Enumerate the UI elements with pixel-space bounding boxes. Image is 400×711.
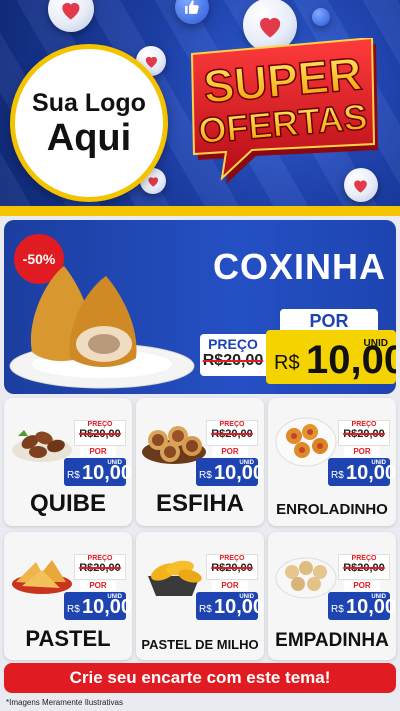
featured-currency: R$	[274, 352, 300, 374]
new-price: 10,00	[346, 462, 396, 484]
product-card-pastel[interactable]: PREÇO R$20,00 POR UNID R$ 10,00 PASTEL	[4, 532, 132, 660]
product-name: QUIBE	[29, 490, 106, 517]
new-price: 10,00	[346, 596, 396, 618]
por-label: POR	[344, 447, 380, 457]
product-name: ESFIHA	[155, 490, 244, 517]
new-price-box: UNID R$ 10,00	[64, 592, 132, 620]
heart-bubble-icon	[48, 0, 94, 32]
product-card-esfiha[interactable]: PREÇO R$20,00 POR UNID R$ 10,00 ESFIHA	[136, 398, 264, 526]
logo-line2: Aqui	[46, 116, 132, 159]
divider-bar	[0, 206, 400, 216]
old-price-box: PREÇO R$20,00	[206, 420, 258, 446]
featured-product-name: COXINHA	[212, 246, 386, 287]
old-price-box: PREÇO R$20,00	[74, 420, 126, 446]
featured-preco-label: PREÇO	[208, 336, 258, 352]
old-price: R$20,00	[343, 562, 385, 574]
new-price: 10,00	[214, 596, 264, 618]
currency: R$	[67, 470, 80, 481]
old-price: R$20,00	[79, 562, 121, 574]
product-card-pastel-de-milho[interactable]: PREÇO R$20,00 POR UNID R$ 10,00 PASTEL D…	[136, 532, 264, 660]
por-label: POR	[212, 447, 248, 457]
preco-label: PREÇO	[219, 421, 245, 428]
old-price-box: PREÇO R$20,00	[338, 554, 390, 580]
old-price-box: PREÇO R$20,00	[206, 554, 258, 580]
old-price: R$20,00	[79, 428, 121, 440]
product-name: PASTEL	[25, 626, 111, 651]
product-card-empadinha[interactable]: PREÇO R$20,00 POR UNID R$ 10,00 EMPADINH…	[268, 532, 396, 660]
featured-new-price-box: UNID R$ 10,00	[266, 330, 396, 384]
product-card-enroladinho[interactable]: PREÇO R$20,00 POR UNID R$ 10,00 ENROLADI…	[268, 398, 396, 526]
hero-banner: Sua Logo Aqui SUPER OFERTAS	[0, 0, 400, 212]
like-bubble-icon	[175, 0, 209, 24]
new-price-box: UNID R$ 10,00	[328, 592, 396, 620]
featured-offer[interactable]: -50% COXINHA POR PREÇO R$20,00 UNID R$ 1…	[4, 220, 396, 394]
old-price: R$20,00	[211, 428, 253, 440]
coxinha-image	[9, 266, 195, 389]
new-price: 10,00	[82, 462, 132, 484]
new-price-box: UNID R$ 10,00	[64, 458, 132, 486]
preco-label: PREÇO	[87, 421, 113, 428]
logo-line1: Sua Logo	[32, 88, 146, 117]
preco-label: PREÇO	[87, 555, 113, 562]
new-price-box: UNID R$ 10,00	[196, 592, 264, 620]
preco-label: PREÇO	[351, 555, 377, 562]
product-name: ENROLADINHO	[276, 501, 388, 518]
featured-old-price-box: PREÇO R$20,00	[200, 334, 266, 376]
old-price: R$20,00	[343, 428, 385, 440]
logo-placeholder[interactable]: Sua Logo Aqui	[10, 44, 168, 202]
currency: R$	[331, 470, 344, 481]
currency: R$	[199, 470, 212, 481]
featured-old-price: R$20,00	[202, 352, 264, 369]
product-card-quibe[interactable]: PREÇO R$20,00 POR UNID R$ 10,00 QUIBE	[4, 398, 132, 526]
currency: R$	[199, 604, 212, 615]
por-label: POR	[80, 447, 116, 457]
old-price-box: PREÇO R$20,00	[74, 554, 126, 580]
new-price: 10,00	[214, 462, 264, 484]
currency: R$	[67, 604, 80, 615]
currency: R$	[331, 604, 344, 615]
old-price: R$20,00	[211, 562, 253, 574]
old-price-box: PREÇO R$20,00	[338, 420, 390, 446]
product-name: EMPADINHA	[275, 630, 389, 651]
new-price-box: UNID R$ 10,00	[196, 458, 264, 486]
preco-label: PREÇO	[351, 421, 377, 428]
por-label: POR	[344, 581, 380, 591]
featured-new-price: 10,00	[306, 338, 396, 382]
product-name: PASTEL DE MILHO	[141, 637, 259, 652]
new-price-box: UNID R$ 10,00	[328, 458, 396, 486]
footnote: *Imagens Meramente Ilustrativas	[6, 698, 123, 707]
like-bubble-icon	[312, 8, 330, 26]
cta-button[interactable]: Crie seu encarte com este tema!	[4, 663, 396, 693]
new-price: 10,00	[82, 596, 132, 618]
por-label: POR	[212, 581, 248, 591]
preco-label: PREÇO	[219, 555, 245, 562]
por-label: POR	[80, 581, 116, 591]
super-ofertas-badge: SUPER OFERTAS	[190, 38, 378, 184]
